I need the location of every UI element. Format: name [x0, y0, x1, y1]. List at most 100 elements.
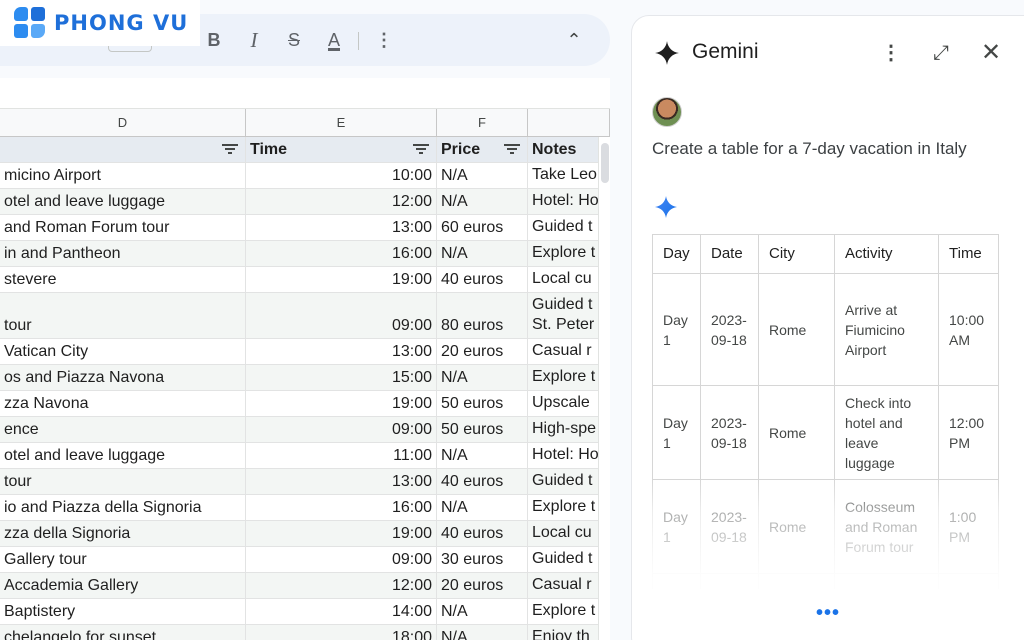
- price-cell[interactable]: N/A: [437, 599, 528, 625]
- header-cell[interactable]: Time: [246, 137, 437, 163]
- notes-cell[interactable]: Explore t: [528, 495, 598, 521]
- price-cell[interactable]: 50 euros: [437, 417, 528, 443]
- price-cell[interactable]: N/A: [437, 189, 528, 215]
- activity-cell[interactable]: stevere: [0, 267, 246, 293]
- notes-cell[interactable]: Local cu: [528, 521, 598, 547]
- formula-bar[interactable]: [0, 78, 610, 109]
- more-options-icon[interactable]: ⋮: [371, 27, 397, 53]
- activity-cell[interactable]: io and Piazza della Signoria: [0, 495, 246, 521]
- filter-icon[interactable]: [504, 144, 520, 156]
- header-cell[interactable]: [0, 137, 246, 163]
- activity-cell[interactable]: Accademia Gallery: [0, 573, 246, 599]
- time-cell[interactable]: 09:00: [246, 547, 437, 573]
- notes-cell[interactable]: Explore t: [528, 241, 598, 267]
- activity-cell[interactable]: os and Piazza Navona: [0, 365, 246, 391]
- time-cell[interactable]: 12:00: [246, 573, 437, 599]
- notes-cell[interactable]: Local cu: [528, 267, 598, 293]
- notes-cell[interactable]: Guided t: [528, 547, 598, 573]
- activity-cell[interactable]: Vatican City: [0, 339, 246, 365]
- notes-cell[interactable]: Casual r: [528, 339, 598, 365]
- response-table-header: Day Date City Activity Time: [652, 234, 1022, 274]
- strikethrough-icon[interactable]: S: [281, 27, 307, 53]
- expand-icon[interactable]: ⤢: [926, 38, 956, 68]
- price-cell[interactable]: 20 euros: [437, 573, 528, 599]
- time-cell[interactable]: 14:00: [246, 599, 437, 625]
- notes-cell[interactable]: High-spe: [528, 417, 598, 443]
- italic-icon[interactable]: I: [241, 27, 267, 53]
- time-cell[interactable]: 13:00: [246, 215, 437, 241]
- vertical-scrollbar[interactable]: [598, 137, 610, 640]
- collapse-menu-icon[interactable]: ⌃: [560, 27, 588, 53]
- activity-cell[interactable]: ence: [0, 417, 246, 443]
- price-cell[interactable]: N/A: [437, 443, 528, 469]
- price-cell[interactable]: N/A: [437, 163, 528, 189]
- response-cell: Day: [652, 574, 701, 589]
- price-cell[interactable]: N/A: [437, 495, 528, 521]
- price-cell[interactable]: 80 euros: [437, 293, 528, 339]
- time-cell[interactable]: 13:00: [246, 339, 437, 365]
- notes-cell[interactable]: Casual r: [528, 573, 598, 599]
- notes-cell[interactable]: Hotel: Ho: [528, 189, 598, 215]
- time-cell[interactable]: 19:00: [246, 267, 437, 293]
- price-cell[interactable]: N/A: [437, 625, 528, 640]
- price-cell[interactable]: 30 euros: [437, 547, 528, 573]
- price-cell[interactable]: 20 euros: [437, 339, 528, 365]
- activity-cell[interactable]: chelangelo for sunset: [0, 625, 246, 640]
- notes-cell[interactable]: Explore t: [528, 365, 598, 391]
- time-cell[interactable]: 15:00: [246, 365, 437, 391]
- time-cell[interactable]: 19:00: [246, 521, 437, 547]
- notes-cell[interactable]: Hotel: Ho: [528, 443, 598, 469]
- time-cell[interactable]: 09:00: [246, 293, 437, 339]
- time-cell[interactable]: 18:00: [246, 625, 437, 640]
- more-vert-icon[interactable]: ⋮: [876, 38, 906, 68]
- time-cell[interactable]: 10:00: [246, 163, 437, 189]
- price-cell[interactable]: 40 euros: [437, 469, 528, 495]
- close-icon[interactable]: ✕: [976, 38, 1006, 68]
- activity-cell[interactable]: Baptistery: [0, 599, 246, 625]
- response-cell: Rome: [759, 480, 835, 574]
- notes-cell[interactable]: Enjoy th: [528, 625, 598, 640]
- column-header[interactable]: [528, 109, 610, 137]
- time-cell[interactable]: 09:00: [246, 417, 437, 443]
- activity-cell[interactable]: micino Airport: [0, 163, 246, 189]
- notes-cell[interactable]: Upscale: [528, 391, 598, 417]
- text-color-icon[interactable]: A: [321, 27, 347, 53]
- activity-cell[interactable]: zza della Signoria: [0, 521, 246, 547]
- notes-cell[interactable]: Take Leo: [528, 163, 598, 189]
- price-cell[interactable]: N/A: [437, 241, 528, 267]
- filter-icon[interactable]: [222, 144, 238, 156]
- price-cell[interactable]: 40 euros: [437, 521, 528, 547]
- response-header-cell: Activity: [835, 234, 939, 274]
- activity-cell[interactable]: otel and leave luggage: [0, 443, 246, 469]
- activity-cell[interactable]: tour: [0, 293, 246, 339]
- price-cell[interactable]: N/A: [437, 365, 528, 391]
- activity-cell[interactable]: Gallery tour: [0, 547, 246, 573]
- scroll-thumb[interactable]: [601, 143, 609, 183]
- filter-icon[interactable]: [413, 144, 429, 156]
- column-header[interactable]: F: [437, 109, 528, 137]
- bold-icon[interactable]: B: [201, 27, 227, 53]
- time-cell[interactable]: 11:00: [246, 443, 437, 469]
- table-row: stevere 19:00 40 euros Local cu: [0, 267, 598, 293]
- time-cell[interactable]: 19:00: [246, 391, 437, 417]
- notes-cell[interactable]: Guided t St. Peter: [528, 293, 598, 339]
- column-header[interactable]: E: [246, 109, 437, 137]
- header-cell[interactable]: Notes: [528, 137, 598, 163]
- time-cell[interactable]: 16:00: [246, 241, 437, 267]
- activity-cell[interactable]: zza Navona: [0, 391, 246, 417]
- time-cell[interactable]: 13:00: [246, 469, 437, 495]
- notes-cell[interactable]: Guided t: [528, 469, 598, 495]
- price-cell[interactable]: 60 euros: [437, 215, 528, 241]
- time-cell[interactable]: 16:00: [246, 495, 437, 521]
- activity-cell[interactable]: tour: [0, 469, 246, 495]
- price-cell[interactable]: 40 euros: [437, 267, 528, 293]
- activity-cell[interactable]: and Roman Forum tour: [0, 215, 246, 241]
- activity-cell[interactable]: in and Pantheon: [0, 241, 246, 267]
- notes-cell[interactable]: Explore t: [528, 599, 598, 625]
- notes-cell[interactable]: Guided t: [528, 215, 598, 241]
- column-header[interactable]: D: [0, 109, 246, 137]
- time-cell[interactable]: 12:00: [246, 189, 437, 215]
- price-cell[interactable]: 50 euros: [437, 391, 528, 417]
- response-cell: 10:00 AM: [939, 274, 999, 386]
- activity-cell[interactable]: otel and leave luggage: [0, 189, 246, 215]
